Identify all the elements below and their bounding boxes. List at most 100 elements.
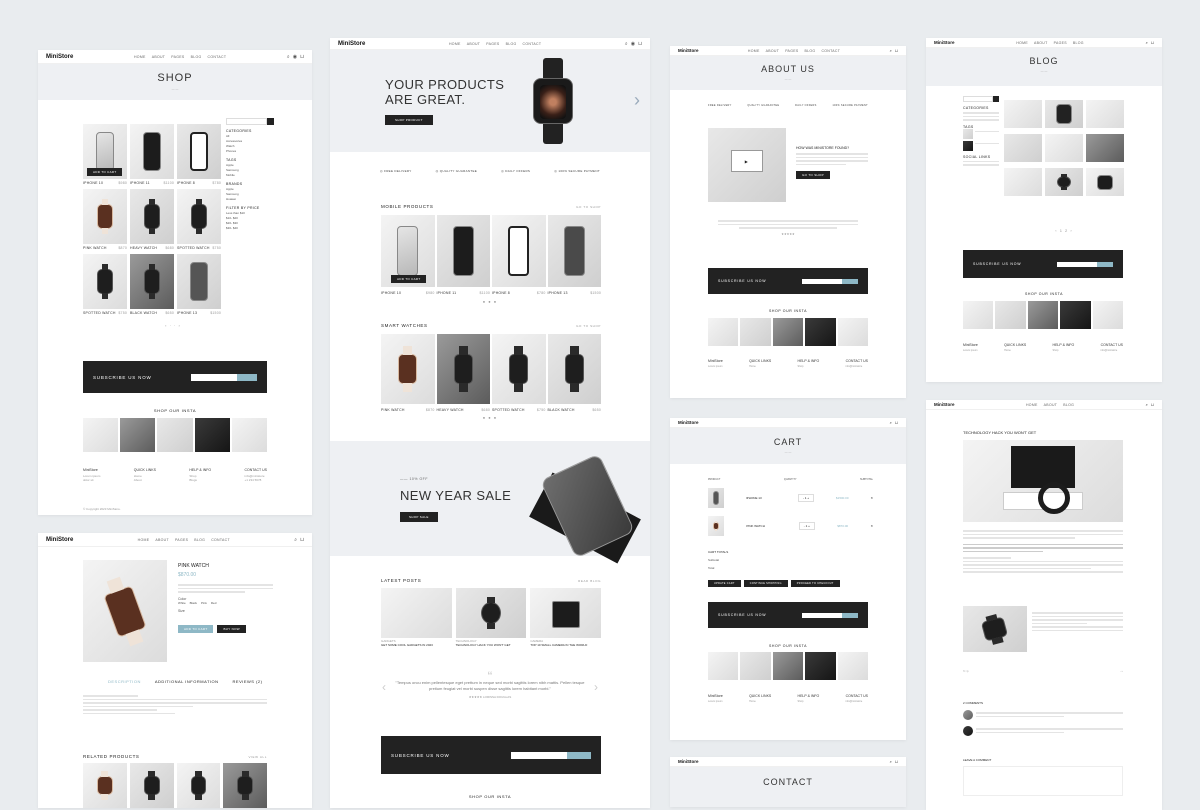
product-image[interactable] [177, 189, 221, 244]
nav-about[interactable]: ABOUT [766, 49, 780, 53]
about-image[interactable]: ▶ [708, 128, 786, 202]
share-icons[interactable]: f t i p [963, 670, 968, 673]
insta-image[interactable] [1027, 301, 1059, 329]
search-icon[interactable]: ⌕ [294, 537, 297, 543]
nav-pages[interactable]: PAGES [175, 538, 188, 542]
blog-post-image[interactable] [1004, 100, 1042, 128]
cart-item-name[interactable]: IPHONE 13 [746, 496, 776, 500]
blog-post-image[interactable] [1004, 134, 1042, 162]
cart-item-image[interactable] [708, 488, 724, 508]
product-name[interactable]: PINK WATCH [83, 246, 107, 250]
tab-additional-info[interactable]: ADDITIONAL INFORMATION [155, 679, 219, 684]
footer-link[interactable]: Shop [798, 365, 804, 368]
product-name[interactable]: HEAVY WATCH [437, 408, 464, 412]
nav-blog[interactable]: BLOG [1073, 41, 1084, 45]
blog-post-image[interactable] [1086, 134, 1124, 162]
nav-pages[interactable]: PAGES [171, 55, 184, 59]
logo[interactable]: MiniStore [934, 40, 955, 45]
next-slide-arrow[interactable]: › [634, 90, 640, 111]
nav-home[interactable]: HOME [748, 49, 760, 53]
footer-link[interactable]: Home [749, 700, 756, 703]
logo[interactable]: MiniStore [678, 420, 699, 425]
footer-link[interactable]: About [134, 478, 142, 482]
product-card[interactable] [492, 334, 546, 404]
cart-icon[interactable]: ⊔ [638, 41, 642, 47]
prev-testimonial-arrow[interactable]: ‹ [382, 680, 386, 694]
email-field[interactable] [1057, 261, 1097, 267]
insta-image[interactable] [194, 418, 230, 452]
quantity-stepper[interactable]: - 1 + [798, 522, 815, 530]
insta-image[interactable] [1092, 301, 1124, 329]
subscribe-button[interactable] [1097, 261, 1113, 267]
nav-contact[interactable]: CONTACT [523, 42, 542, 46]
update-cart-button[interactable]: UPDATE CART [708, 580, 741, 587]
subscribe-button[interactable] [842, 612, 858, 618]
insta-image[interactable] [772, 318, 804, 346]
color-option[interactable]: White [178, 601, 186, 605]
footer-link[interactable]: Home [749, 365, 756, 368]
nav-about[interactable]: ABOUT [155, 538, 169, 542]
product-card[interactable] [436, 215, 490, 287]
product-image[interactable] [83, 254, 127, 309]
insta-image[interactable] [83, 418, 119, 452]
insta-image[interactable] [995, 301, 1026, 329]
insta-image[interactable] [120, 418, 156, 452]
tag-link[interactable]: Mobile [226, 173, 274, 178]
nav-blog[interactable]: BLOG [191, 55, 202, 59]
post-image[interactable] [455, 588, 527, 638]
email-field[interactable] [191, 373, 237, 381]
search-icon[interactable]: ⌕ [890, 420, 892, 425]
insta-image[interactable] [772, 652, 804, 680]
product-name[interactable]: IPHONE 10 [83, 181, 103, 185]
search-icon[interactable]: ⌕ [890, 48, 892, 53]
email-field[interactable] [802, 612, 842, 618]
post-title[interactable]: TECHNOLOGY HACK YOU WON'T GET [456, 643, 527, 647]
nav-about[interactable]: ABOUT [1044, 403, 1058, 407]
checkout-button[interactable]: PROCEED TO CHECKOUT [790, 580, 840, 587]
insta-image[interactable] [708, 318, 739, 346]
cart-icon[interactable]: ⊔ [895, 420, 898, 425]
logo[interactable]: MiniStore [934, 402, 955, 407]
product-image[interactable] [177, 124, 221, 179]
blog-post-image[interactable] [1086, 168, 1124, 196]
category-link[interactable]: Phones [226, 149, 274, 154]
cart-icon[interactable]: ⊔ [300, 537, 304, 543]
add-to-cart-button[interactable]: ADD TO CART [87, 168, 123, 176]
product-card[interactable] [436, 334, 490, 404]
product-name[interactable]: IPHONE 11 [437, 291, 457, 295]
blog-post-image[interactable] [1086, 100, 1124, 128]
go-to-shop-button[interactable]: GO TO SHOP [796, 171, 830, 179]
cart-icon[interactable]: ⊔ [895, 759, 898, 764]
cart-icon[interactable]: ⊔ [1151, 40, 1154, 45]
search-icon[interactable]: ⌕ [1146, 402, 1148, 407]
product-name[interactable]: SPOTTED WATCH [177, 246, 210, 250]
related-product[interactable] [223, 763, 267, 808]
cart-item-image[interactable] [708, 516, 724, 536]
search-icon[interactable]: ⌕ [625, 41, 628, 47]
insta-image[interactable] [740, 318, 771, 346]
product-name[interactable]: IPHONE 8 [492, 291, 510, 295]
blog-post-image[interactable] [1045, 134, 1083, 162]
nav-pages[interactable]: PAGES [785, 49, 798, 53]
add-to-cart-button[interactable]: ADD TO CART [391, 275, 427, 283]
insta-image[interactable] [837, 652, 869, 680]
color-option[interactable]: Red [211, 601, 217, 605]
insta-image[interactable] [708, 652, 739, 680]
search-input[interactable] [226, 118, 267, 125]
product-card[interactable] [547, 334, 601, 404]
nav-pages[interactable]: PAGES [486, 42, 499, 46]
product-image[interactable] [177, 254, 221, 309]
subscribe-button[interactable] [842, 278, 858, 284]
go-to-shop-link[interactable]: GO TO SHOP [576, 205, 601, 209]
product-name[interactable]: IPHONE 11 [130, 181, 150, 185]
color-option[interactable]: Black [190, 601, 197, 605]
user-icon[interactable]: ◉ [293, 54, 297, 60]
nav-contact[interactable]: CONTACT [211, 538, 230, 542]
shop-sale-button[interactable]: SHOP SALE [400, 512, 438, 522]
post-title[interactable]: TOP 10 SMALL CAMERA IN THE WORLD [530, 643, 601, 647]
insta-image[interactable] [963, 301, 994, 329]
logo[interactable]: MiniStore [678, 759, 699, 764]
email-field[interactable] [802, 278, 842, 284]
nav-blog[interactable]: BLOG [1063, 403, 1074, 407]
product-image[interactable] [83, 189, 127, 244]
